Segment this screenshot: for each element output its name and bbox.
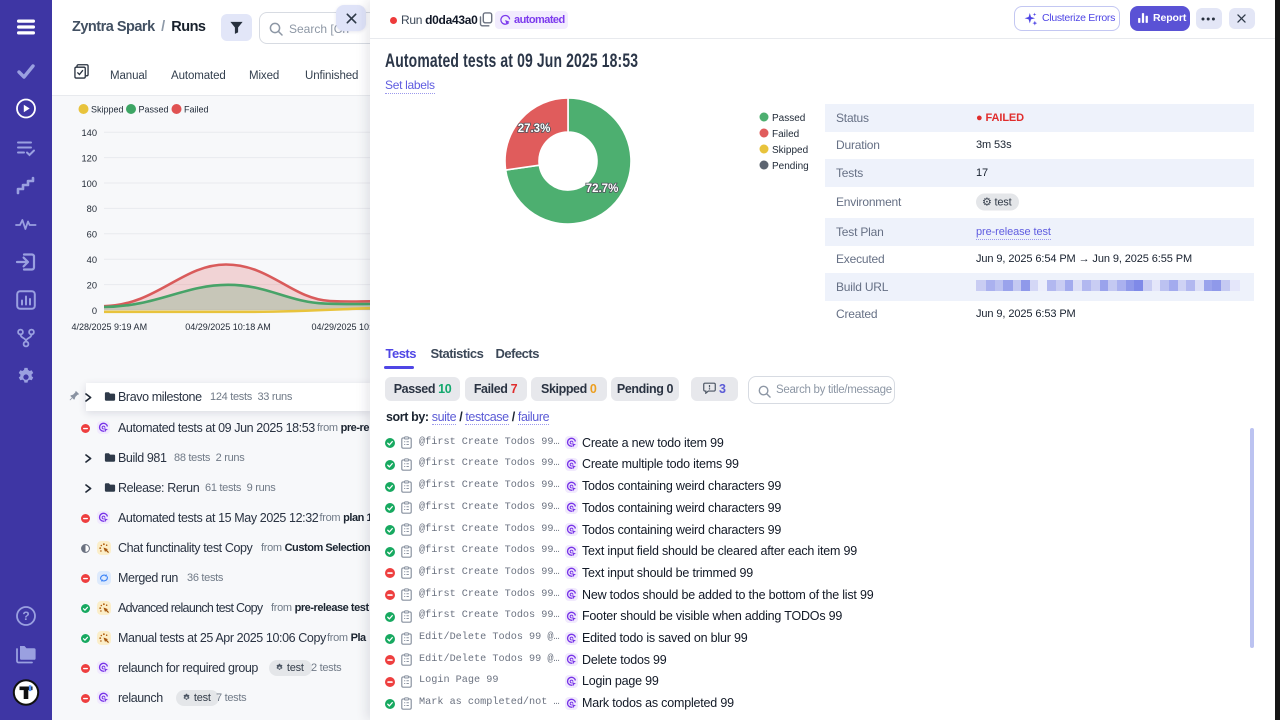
svg-text:?: ?	[22, 609, 29, 623]
svg-text:100: 100	[81, 179, 97, 189]
svg-text:04/29/2025 10:18 AM: 04/29/2025 10:18 AM	[185, 322, 271, 332]
svg-text:04/29/2025 10:18: 04/29/2025 10:18	[312, 322, 371, 332]
svg-text:Failed: Failed	[184, 104, 209, 114]
svg-text:Skipped: Skipped	[91, 104, 124, 114]
svg-text:Passed: Passed	[139, 104, 169, 114]
svg-text:Passed: Passed	[772, 113, 805, 124]
svg-text:80: 80	[87, 204, 97, 214]
svg-text:120: 120	[81, 153, 97, 163]
svg-text:27.3%: 27.3%	[518, 123, 551, 135]
svg-text:0: 0	[92, 306, 97, 316]
svg-text:4/28/2025 9:19 AM: 4/28/2025 9:19 AM	[72, 322, 148, 332]
svg-text:72.7%: 72.7%	[586, 183, 619, 195]
svg-text:Failed: Failed	[772, 129, 799, 140]
svg-text:60: 60	[87, 230, 97, 240]
svg-text:Skipped: Skipped	[772, 145, 808, 156]
svg-text:140: 140	[81, 128, 97, 138]
svg-text:Pending: Pending	[772, 161, 809, 172]
svg-text:40: 40	[87, 255, 97, 265]
svg-text:20: 20	[87, 280, 97, 290]
